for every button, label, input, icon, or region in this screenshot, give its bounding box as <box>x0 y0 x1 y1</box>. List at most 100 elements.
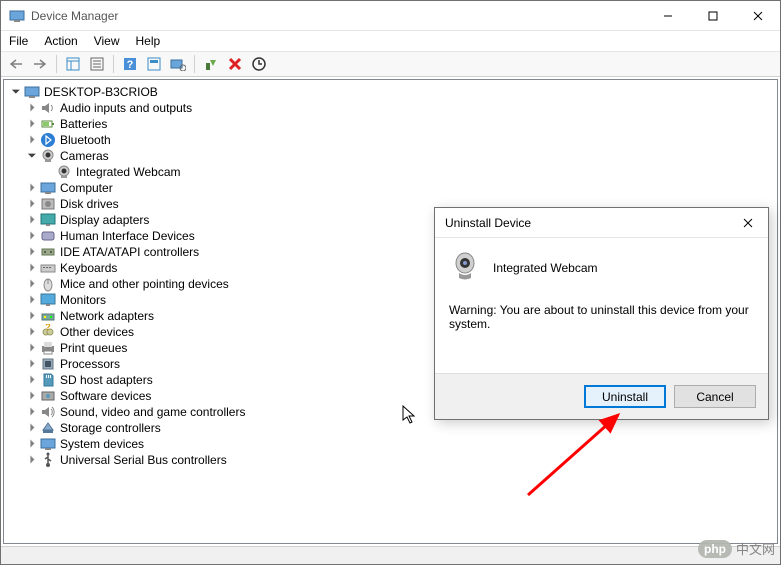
webcam-icon <box>449 250 481 285</box>
watermark-logo: php <box>698 540 732 558</box>
tree-item[interactable]: Bluetooth <box>4 132 777 148</box>
uninstall-device-dialog: Uninstall Device Integrated Webcam Warni… <box>434 207 769 420</box>
chevron-right-icon[interactable] <box>24 214 40 227</box>
toolbar: ? <box>1 51 780 77</box>
tree-item-label: System devices <box>60 437 144 451</box>
hid-icon <box>40 228 56 244</box>
display-icon <box>40 212 56 228</box>
tree-item-label: Cameras <box>60 149 109 163</box>
chevron-right-icon[interactable] <box>24 182 40 195</box>
tree-item-label: Human Interface Devices <box>60 229 195 243</box>
network-icon <box>40 308 56 324</box>
tree-item-label: Keyboards <box>60 261 117 275</box>
disk-icon <box>40 196 56 212</box>
tree-item[interactable]: Universal Serial Bus controllers <box>4 452 777 468</box>
enable-device-button[interactable] <box>200 53 222 75</box>
chevron-down-icon[interactable] <box>8 86 24 99</box>
properties-button[interactable] <box>86 53 108 75</box>
tree-item-label: Processors <box>60 357 120 371</box>
chevron-right-icon[interactable] <box>24 102 40 115</box>
chevron-right-icon[interactable] <box>24 358 40 371</box>
chevron-right-icon[interactable] <box>24 294 40 307</box>
tree-item[interactable]: Audio inputs and outputs <box>4 100 777 116</box>
tree-root[interactable]: DESKTOP-B3CRIOB <box>4 84 777 100</box>
menu-view[interactable]: View <box>94 34 120 48</box>
dialog-close-button[interactable] <box>728 218 768 228</box>
chevron-right-icon[interactable] <box>24 390 40 403</box>
menu-file[interactable]: File <box>9 34 28 48</box>
window-controls <box>645 1 780 30</box>
battery-icon <box>40 116 56 132</box>
tree-item-label: Network adapters <box>60 309 154 323</box>
chevron-down-icon[interactable] <box>24 150 40 163</box>
chevron-right-icon[interactable] <box>24 262 40 275</box>
ide-icon <box>40 244 56 260</box>
cancel-button[interactable]: Cancel <box>674 385 756 408</box>
tree-item-label: Software devices <box>60 389 151 403</box>
chevron-right-icon[interactable] <box>24 198 40 211</box>
tree-item[interactable]: Storage controllers <box>4 420 777 436</box>
dialog-title: Uninstall Device <box>445 216 728 230</box>
tree-item[interactable]: Cameras <box>4 148 777 164</box>
tree-item[interactable]: Computer <box>4 180 777 196</box>
chevron-right-icon[interactable] <box>24 278 40 291</box>
dialog-warning-text: Warning: You are about to uninstall this… <box>449 303 754 331</box>
tree-item[interactable]: Batteries <box>4 116 777 132</box>
forward-button[interactable] <box>29 53 51 75</box>
chevron-right-icon[interactable] <box>24 246 40 259</box>
chevron-right-icon[interactable] <box>24 454 40 467</box>
back-button[interactable] <box>5 53 27 75</box>
storage-icon <box>40 420 56 436</box>
help-button[interactable]: ? <box>119 53 141 75</box>
dialog-buttons: Uninstall Cancel <box>435 373 768 419</box>
chevron-right-icon[interactable] <box>24 118 40 131</box>
statusbar <box>1 546 780 564</box>
system-icon <box>40 436 56 452</box>
mouse-icon <box>40 276 56 292</box>
watermark: php 中文网 <box>698 539 775 558</box>
chevron-right-icon[interactable] <box>24 342 40 355</box>
app-icon <box>9 8 25 24</box>
mouse-cursor <box>402 405 418 430</box>
menu-help[interactable]: Help <box>136 34 161 48</box>
tree-item-label: Mice and other pointing devices <box>60 277 229 291</box>
maximize-button[interactable] <box>690 1 735 30</box>
watermark-text: 中文网 <box>736 539 775 558</box>
sound-icon <box>40 404 56 420</box>
computer-icon <box>24 84 40 100</box>
bluetooth-icon <box>40 132 56 148</box>
chevron-right-icon[interactable] <box>24 406 40 419</box>
close-button[interactable] <box>735 1 780 30</box>
tree-item-label: Computer <box>60 181 113 195</box>
chevron-right-icon[interactable] <box>24 134 40 147</box>
chevron-right-icon[interactable] <box>24 326 40 339</box>
menu-action[interactable]: Action <box>44 34 77 48</box>
svg-text:?: ? <box>45 324 51 332</box>
chevron-right-icon[interactable] <box>24 422 40 435</box>
tree-item-label: Sound, video and game controllers <box>60 405 245 419</box>
action-button[interactable] <box>143 53 165 75</box>
scan-hardware-button[interactable] <box>167 53 189 75</box>
cpu-icon <box>40 356 56 372</box>
keyboard-icon <box>40 260 56 276</box>
other-icon: ? <box>40 324 56 340</box>
tree-item-label: Storage controllers <box>60 421 161 435</box>
usb-icon <box>40 452 56 468</box>
chevron-right-icon[interactable] <box>24 230 40 243</box>
minimize-button[interactable] <box>645 1 690 30</box>
show-hide-console-button[interactable] <box>62 53 84 75</box>
uninstall-device-button[interactable] <box>224 53 246 75</box>
update-driver-button[interactable] <box>248 53 270 75</box>
software-icon <box>40 388 56 404</box>
tree-item-label: Print queues <box>60 341 127 355</box>
tree-item-label: Batteries <box>60 117 107 131</box>
uninstall-button[interactable]: Uninstall <box>584 385 666 408</box>
titlebar: Device Manager <box>1 1 780 31</box>
tree-item[interactable]: Integrated Webcam <box>4 164 777 180</box>
chevron-right-icon[interactable] <box>24 310 40 323</box>
printer-icon <box>40 340 56 356</box>
chevron-right-icon[interactable] <box>24 438 40 451</box>
chevron-right-icon[interactable] <box>24 374 40 387</box>
sd-icon <box>40 372 56 388</box>
tree-item[interactable]: System devices <box>4 436 777 452</box>
